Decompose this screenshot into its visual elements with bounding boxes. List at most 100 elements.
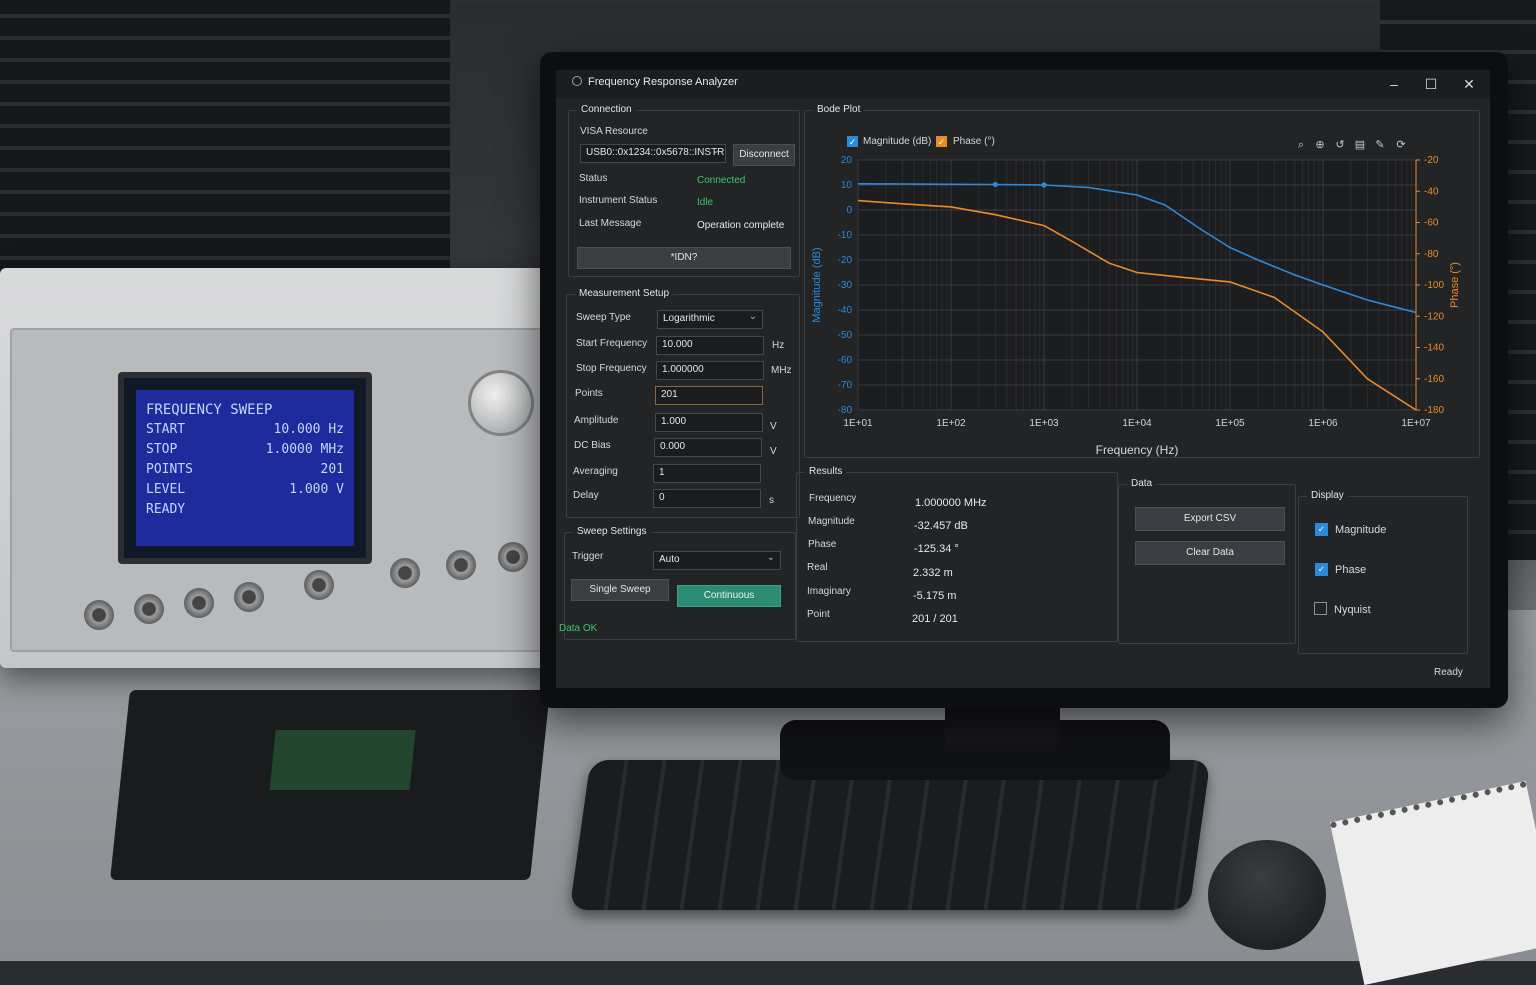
- phase-display-checkbox[interactable]: ✓: [1315, 563, 1328, 576]
- bode-group-label: Bode Plot: [813, 104, 865, 115]
- y-tick-label: -10: [838, 230, 853, 241]
- delay-unit: s: [769, 495, 774, 506]
- nyquist-display-label: Nyquist: [1334, 604, 1371, 616]
- y-tick-label: 10: [841, 180, 853, 191]
- disconnect-button[interactable]: Disconnect: [733, 144, 795, 166]
- trigger-label: Trigger: [572, 551, 604, 562]
- bnc-connector: [184, 588, 214, 618]
- status-bar-text: Ready: [1434, 667, 1463, 678]
- bnc-connector: [304, 570, 334, 600]
- clear-data-button[interactable]: Clear Data: [1135, 541, 1285, 565]
- dc-bias-input[interactable]: 0.000: [654, 438, 762, 457]
- averaging-input[interactable]: 1: [653, 464, 761, 483]
- y-tick-label: -60: [838, 355, 853, 366]
- status-label: Status: [579, 173, 608, 184]
- y2-tick-label: -100: [1424, 280, 1444, 291]
- app-window: Frequency Response Analyzer – ☐ ✕ Connec…: [556, 70, 1490, 688]
- continuous-button[interactable]: Continuous: [677, 585, 781, 607]
- x-axis-label: Frequency (Hz): [1096, 443, 1179, 457]
- y-axis-label: Magnitude (dB): [811, 247, 823, 322]
- start-frequency-input[interactable]: 10.000: [656, 336, 764, 355]
- instrument-knob: [468, 370, 534, 436]
- y2-tick-label: -60: [1424, 218, 1439, 229]
- y-tick-label: -50: [838, 330, 853, 341]
- point-result-label: Point: [807, 609, 830, 620]
- delay-label: Delay: [573, 490, 599, 501]
- stop-frequency-unit: MHz: [771, 365, 792, 376]
- bnc-connector: [134, 594, 164, 624]
- status-value: Connected: [697, 175, 746, 186]
- last-message-value: Operation complete: [697, 220, 785, 231]
- export-csv-button[interactable]: Export CSV: [1135, 507, 1285, 531]
- magnitude-display-checkbox[interactable]: ✓: [1315, 523, 1328, 536]
- magnitude-plot-checkbox[interactable]: ✓: [847, 136, 858, 147]
- data-status: Data OK: [559, 623, 598, 634]
- imaginary-result-value: -5.175 m: [913, 590, 957, 602]
- instrument-status-value: Idle: [697, 197, 714, 208]
- connection-group: Connection VISA Resource USB0::0x1234::0…: [568, 104, 800, 277]
- averaging-label: Averaging: [573, 466, 618, 477]
- magnitude-display-label: Magnitude: [1335, 524, 1387, 536]
- equipment-rack-left: [0, 0, 450, 300]
- instrument-status-label: Instrument Status: [579, 195, 658, 206]
- visa-resource-label: VISA Resource: [580, 126, 648, 137]
- x-tick-label: 1E+01: [843, 418, 873, 429]
- dc-bias-label: DC Bias: [574, 440, 611, 451]
- phase-result-label: Phase: [808, 539, 837, 550]
- trigger-select[interactable]: Auto: [653, 551, 781, 570]
- frequency-result-value: 1.000000 MHz: [915, 497, 987, 509]
- y2-tick-label: -20: [1424, 155, 1439, 166]
- phase-plot-toggle-label: Phase (°): [953, 136, 995, 147]
- y-tick-label: -80: [838, 405, 853, 416]
- window-title: Frequency Response Analyzer: [588, 76, 738, 88]
- sweep-settings-group: Sweep Settings Trigger Auto Single Sweep…: [564, 526, 796, 640]
- y2-tick-label: -180: [1424, 405, 1444, 416]
- amplitude-label: Amplitude: [574, 415, 619, 426]
- measurement-setup-group: Measurement Setup Sweep Type Logarithmic…: [566, 288, 800, 518]
- y2-tick-label: -140: [1424, 343, 1444, 354]
- nyquist-display-checkbox[interactable]: [1314, 602, 1327, 615]
- visa-resource-select[interactable]: USB0::0x1234::0x5678::INSTR: [580, 144, 726, 163]
- x-tick-label: 1E+04: [1122, 418, 1152, 429]
- title-bar: Frequency Response Analyzer – ☐ ✕: [556, 70, 1490, 98]
- phase-plot-checkbox[interactable]: ✓: [936, 136, 947, 147]
- y2-tick-label: -120: [1424, 311, 1444, 322]
- start-frequency-unit: Hz: [772, 340, 785, 351]
- single-sweep-button[interactable]: Single Sweep: [571, 579, 669, 601]
- stop-frequency-input[interactable]: 1.000000: [656, 361, 764, 380]
- y2-tick-label: -80: [1424, 249, 1439, 260]
- bnc-connector: [446, 550, 476, 580]
- close-button[interactable]: ✕: [1455, 74, 1483, 94]
- bode-plot-chart: 1E+01 1E+02 1E+03 1E+04 1E+05 1E+06 1E+07 20 10 0…: [811, 155, 1461, 457]
- y2-tick-label: -40: [1424, 186, 1439, 197]
- real-result-label: Real: [807, 562, 828, 573]
- dc-bias-unit: V: [770, 446, 777, 457]
- delay-input[interactable]: 0: [653, 489, 761, 508]
- data-group: Data Export CSV Clear Data: [1118, 478, 1296, 644]
- display-group: Display ✓ Magnitude ✓ Phase Nyquist: [1298, 490, 1468, 654]
- x-tick-label: 1E+05: [1215, 418, 1245, 429]
- y-tick-label: -20: [838, 255, 853, 266]
- bnc-connector: [498, 542, 528, 572]
- points-label: Points: [575, 388, 603, 399]
- mouse: [1208, 840, 1326, 950]
- y-tick-label: -70: [838, 380, 853, 391]
- magnitude-marker: [992, 181, 998, 188]
- frequency-result-label: Frequency: [809, 493, 857, 504]
- stop-frequency-label: Stop Frequency: [576, 363, 647, 374]
- idn-button[interactable]: *IDN?: [577, 247, 791, 269]
- bnc-connector: [390, 558, 420, 588]
- y2-axis-label: Phase (°): [1449, 262, 1461, 308]
- maximize-button[interactable]: ☐: [1417, 74, 1445, 94]
- points-input[interactable]: 201: [655, 386, 763, 405]
- amplitude-unit: V: [770, 421, 777, 432]
- last-message-label: Last Message: [579, 218, 642, 229]
- bnc-connector: [234, 582, 264, 612]
- connection-group-label: Connection: [577, 104, 636, 115]
- instrument-display: FREQUENCY SWEEP START 10.000 Hz STOP 1.000…: [118, 372, 372, 564]
- amplitude-input[interactable]: 1.000: [655, 413, 763, 432]
- x-tick-label: 1E+02: [936, 418, 966, 429]
- sweep-type-select[interactable]: Logarithmic: [657, 310, 763, 329]
- lcd-title: FREQUENCY SWEEP: [146, 402, 273, 418]
- minimize-button[interactable]: –: [1380, 74, 1408, 94]
